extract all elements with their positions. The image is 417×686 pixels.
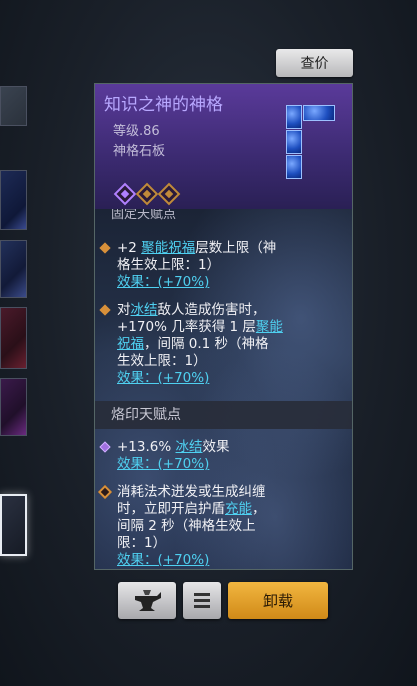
- socket-orange-icon: [157, 182, 181, 206]
- affix-entry: +13.6% 冰结效果 效果：(+70%): [99, 439, 343, 473]
- orange-diamond-icon: [99, 242, 111, 254]
- unequip-button[interactable]: 卸载: [228, 582, 328, 619]
- affix-entry: 对冰结敌人造成伤害时， +170% 几率获得 1 层聚能 祝福，间隔 0.1 秒…: [99, 302, 343, 387]
- orange-ring-diamond-icon: [97, 484, 113, 500]
- check-price-button[interactable]: 查价: [276, 49, 353, 77]
- section-header-fixed: 固定天赋点: [111, 209, 177, 222]
- keyword-link[interactable]: 冰结: [176, 439, 203, 455]
- inventory-slot[interactable]: [0, 240, 27, 298]
- affix-effect: 效果：(+70%): [117, 456, 210, 472]
- affix-effect: 效果：(+70%): [117, 370, 210, 386]
- anvil-icon: [135, 589, 161, 611]
- socket-purple-icon: [113, 182, 137, 206]
- affix-list: 固定天赋点 +2 聚能祝福层数上限（神 格生效上限：1） 效果：(+70%) 对…: [95, 209, 352, 569]
- inventory-slot[interactable]: [0, 170, 27, 230]
- menu-button[interactable]: [183, 582, 221, 619]
- item-tooltip: 知识之神的神格 等级.86 神格石板 固定天赋点 +2 聚能祝福层数上限（神 格…: [94, 83, 353, 570]
- affix-entry: +2 聚能祝福层数上限（神 格生效上限：1） 效果：(+70%): [99, 240, 343, 291]
- inventory-slot[interactable]: [0, 378, 27, 436]
- menu-icon: [194, 593, 210, 608]
- inventory-slot-selected[interactable]: [0, 494, 27, 556]
- keyword-link[interactable]: 聚能: [256, 319, 283, 335]
- keyword-link[interactable]: 充能: [225, 501, 252, 517]
- inventory-slot[interactable]: [0, 307, 27, 369]
- socket-orange-icon: [135, 182, 159, 206]
- keyword-link[interactable]: 冰结: [131, 302, 158, 318]
- item-name: 知识之神的神格: [104, 95, 223, 115]
- item-type: 神格石板: [113, 144, 166, 159]
- inventory-slot[interactable]: [0, 86, 27, 126]
- item-header: 知识之神的神格 等级.86 神格石板: [95, 84, 352, 209]
- purple-diamond-icon: [99, 441, 111, 453]
- affix-effect: 效果：(+70%): [117, 552, 210, 568]
- section-header-brand: 烙印天赋点: [95, 401, 352, 429]
- keyword-link[interactable]: 聚能祝福: [141, 240, 195, 256]
- affix-effect: 效果：(+70%): [117, 274, 210, 290]
- orange-diamond-icon: [99, 304, 111, 316]
- item-level: 等级.86: [113, 124, 160, 139]
- affix-entry: 消耗法术迸发或生成纠缠 时，立即开启护盾充能， 间隔 2 秒（神格生效上 限：1…: [97, 484, 343, 569]
- socket-row: [113, 182, 181, 206]
- forge-button[interactable]: [118, 582, 176, 619]
- keyword-link[interactable]: 祝福: [117, 336, 144, 352]
- tetromino-gem-icon: [286, 105, 336, 180]
